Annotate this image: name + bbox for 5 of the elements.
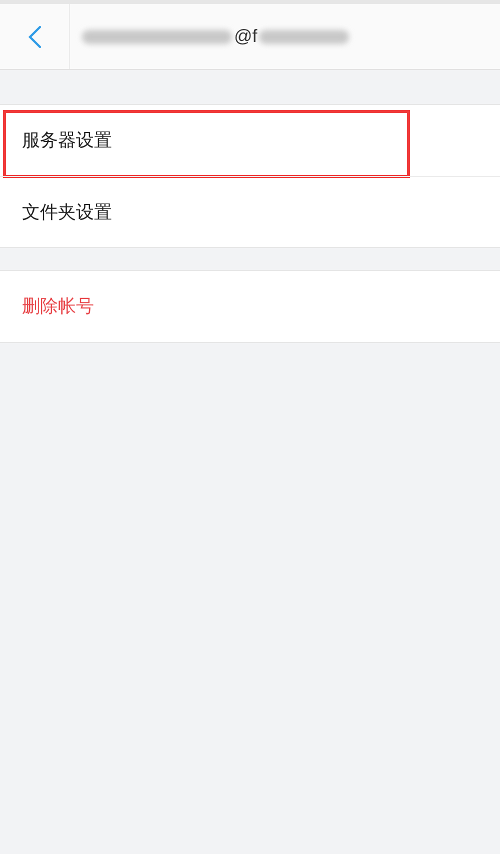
- settings-item[interactable]: 文件夹设置: [0, 176, 500, 247]
- settings-item[interactable]: 删除帐号: [0, 271, 500, 342]
- window-title: @f: [234, 25, 258, 48]
- back-icon: [28, 24, 42, 48]
- settings-item[interactable]: 服务器设置: [0, 105, 500, 176]
